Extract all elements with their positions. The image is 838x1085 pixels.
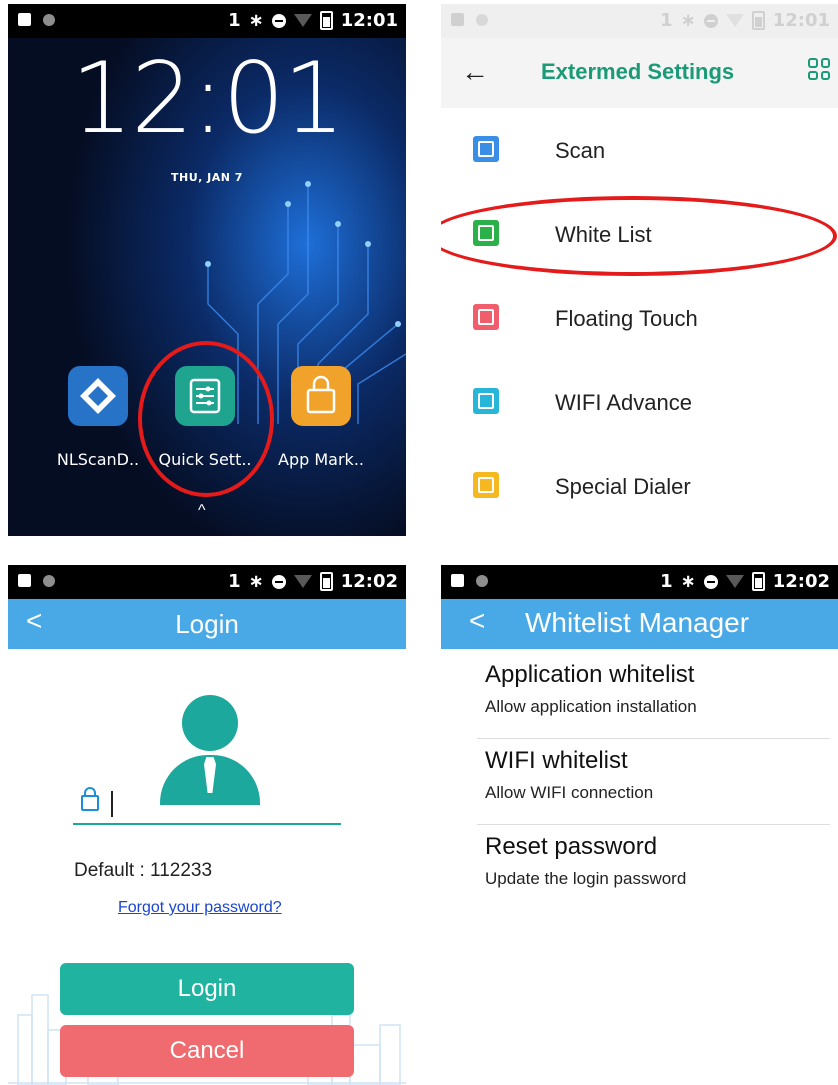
battery-icon	[751, 11, 765, 30]
highlight-ellipse	[441, 196, 837, 276]
text-cursor	[111, 791, 113, 817]
page-title: Extermed Settings	[541, 59, 735, 84]
battery-icon	[751, 572, 765, 591]
scan-icon	[473, 136, 499, 162]
status-bar: 1 ∗ 12:02	[8, 565, 406, 599]
status-time: 12:02	[772, 571, 830, 592]
sim-indicator: 1	[660, 10, 673, 31]
dot-icon	[476, 13, 488, 26]
whitelist-item-reset-password[interactable]: Reset password Update the login password	[441, 825, 838, 911]
grid-view-icon[interactable]	[808, 58, 830, 80]
status-time: 12:01	[772, 10, 830, 31]
highlight-circle	[138, 341, 274, 497]
item-title: Reset password	[485, 833, 658, 860]
settings-item-floating-touch[interactable]: Floating Touch	[441, 276, 838, 360]
clock: 12:01	[70, 42, 345, 156]
app-label: NLScanD..	[56, 450, 140, 469]
item-subtitle: Allow application installation	[485, 697, 697, 716]
nlscan-icon	[68, 366, 128, 426]
status-time: 12:02	[340, 571, 398, 592]
toolbar: ← Extermed Settings	[441, 38, 838, 108]
item-title: Application whitelist	[485, 661, 695, 688]
header: < Whitelist Manager	[441, 599, 838, 649]
wifi-icon	[293, 575, 312, 588]
wifi-advance-icon	[473, 388, 499, 414]
settings-item-scan[interactable]: Scan	[441, 108, 838, 192]
page-title: Whitelist Manager	[525, 607, 750, 638]
cancel-button[interactable]: Cancel	[60, 1025, 354, 1077]
login-button[interactable]: Login	[60, 963, 354, 1015]
dot-icon	[43, 574, 55, 587]
login-panel: 1 ∗ 12:02 < Login Default : 112233 Forgo…	[8, 565, 406, 1085]
settings-item-label: Special Dialer	[555, 474, 691, 499]
forgot-password-link[interactable]: Forgot your password?	[118, 899, 282, 917]
settings-item-label: Floating Touch	[555, 306, 698, 331]
header: < Login	[8, 599, 406, 649]
status-bar: 1 ∗ 12:01	[8, 4, 406, 38]
do-not-disturb-icon	[703, 13, 718, 28]
sim-indicator: 1	[228, 10, 241, 31]
shopping-bag-icon	[291, 366, 351, 426]
item-subtitle: Update the login password	[485, 869, 687, 888]
settings-panel: 1 ∗ 12:01 ← Extermed Settings Scan White…	[441, 4, 838, 536]
back-arrow-icon[interactable]: ←	[461, 56, 489, 88]
item-subtitle: Allow WIFI connection	[485, 783, 654, 802]
bluetooth-icon: ∗	[248, 10, 264, 31]
sim-indicator: 1	[228, 571, 241, 592]
settings-item-label: WIFI Advance	[555, 390, 692, 415]
default-password-hint: Default : 112233	[74, 860, 213, 881]
home-screen-panel: 1 ∗ 12:01 12:01 THU, JAN 7 NLScanD.. Qui…	[8, 4, 406, 536]
status-bar: 1 ∗ 12:02	[441, 565, 838, 599]
wifi-icon	[725, 575, 744, 588]
app-nlscan[interactable]: NLScanD..	[43, 366, 153, 469]
app-drawer-arrow[interactable]: ^	[198, 502, 206, 520]
wifi-icon	[725, 14, 744, 27]
image-icon	[451, 13, 464, 26]
wifi-icon	[293, 14, 312, 27]
battery-icon	[319, 11, 333, 30]
do-not-disturb-icon	[271, 574, 286, 589]
settings-item-wifi-advance[interactable]: WIFI Advance	[441, 360, 838, 444]
do-not-disturb-icon	[271, 13, 286, 28]
password-field[interactable]	[73, 783, 341, 825]
date: THU, JAN 7	[171, 171, 243, 184]
lock-icon	[81, 787, 99, 811]
bluetooth-icon: ∗	[680, 571, 696, 592]
dot-icon	[43, 13, 55, 26]
battery-icon	[319, 572, 333, 591]
page-title: Login	[175, 609, 239, 639]
do-not-disturb-icon	[703, 574, 718, 589]
image-icon	[451, 574, 464, 587]
settings-item-label: Scan	[555, 138, 606, 163]
bluetooth-icon: ∗	[248, 571, 264, 592]
app-label: App Mark..	[278, 450, 364, 469]
whitelist-panel: 1 ∗ 12:02 < Whitelist Manager Applicatio…	[441, 565, 838, 1085]
sim-indicator: 1	[660, 571, 673, 592]
image-icon	[18, 574, 31, 587]
dot-icon	[476, 574, 488, 587]
back-icon[interactable]: <	[469, 605, 485, 637]
dialer-icon	[473, 472, 499, 498]
app-market[interactable]: App Mark..	[266, 366, 376, 469]
image-icon	[18, 13, 31, 26]
status-bar: 1 ∗ 12:01	[441, 4, 838, 38]
whitelist-item-application[interactable]: Application whitelist Allow application …	[441, 653, 838, 739]
floating-touch-icon	[473, 304, 499, 330]
settings-item-special-dialer[interactable]: Special Dialer	[441, 444, 838, 528]
item-title: WIFI whitelist	[485, 747, 628, 774]
bluetooth-icon: ∗	[680, 10, 696, 31]
status-time: 12:01	[340, 10, 398, 31]
whitelist-item-wifi[interactable]: WIFI whitelist Allow WIFI connection	[441, 739, 838, 825]
